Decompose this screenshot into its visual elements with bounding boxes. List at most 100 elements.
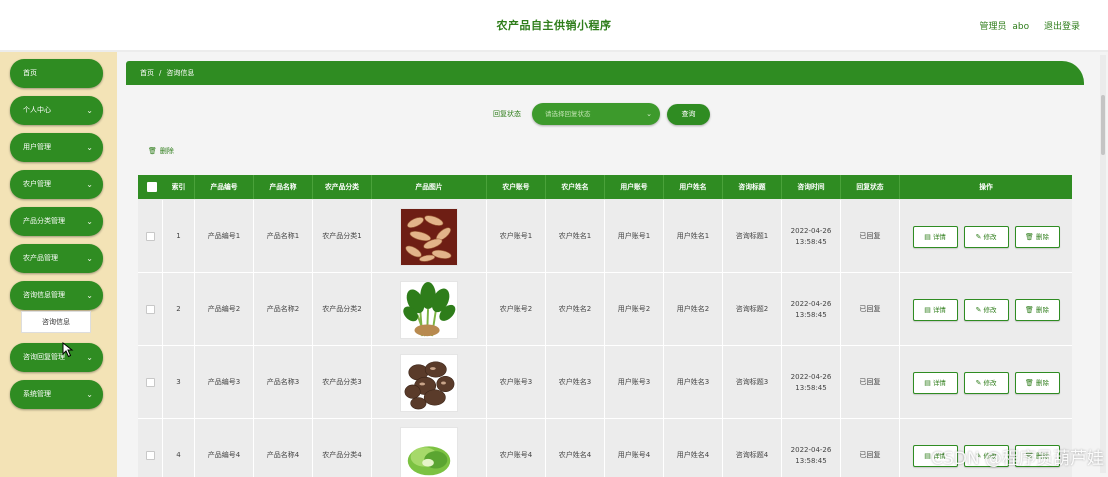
row-checkbox[interactable]: [145, 232, 155, 241]
user-role: 管理员: [979, 22, 1007, 32]
index-cell: 2: [163, 273, 195, 346]
status-cell: 已回复: [841, 200, 900, 273]
column-header: 产品图片: [372, 175, 487, 199]
chevron-down-icon: ⌄: [86, 217, 93, 226]
mouse-cursor-icon: [62, 342, 74, 358]
product-no-cell: 产品编号3: [195, 346, 254, 419]
logout-link[interactable]: 退出登录: [1044, 22, 1080, 32]
scrollbar-thumb[interactable]: [1101, 95, 1105, 155]
edit-button[interactable]: ✎ 修改: [963, 371, 1009, 394]
pencil-icon: ✎: [975, 305, 982, 314]
reply-status-placeholder: 请选择回复状态: [545, 110, 591, 118]
sidebar-item-label: 系统管理: [23, 390, 51, 398]
detail-button-label: 详情: [932, 305, 946, 314]
trash-icon: 🗑: [1025, 378, 1034, 387]
bulk-delete-button[interactable]: 🗑 删除: [148, 146, 174, 156]
user-area: 管理员 abo 退出登录: [973, 19, 1080, 32]
detail-button[interactable]: ▤ 详情: [912, 225, 958, 248]
table-row: 3 产品编号3 产品名称3 农产品分类3 农户账号3 农户姓名3 用户账号3 用户姓名3 咨询…: [138, 346, 1072, 419]
edit-button[interactable]: ✎ 修改: [963, 225, 1009, 248]
document-icon: ▤: [924, 451, 931, 460]
sidebar-item-home[interactable]: 首页: [10, 59, 103, 88]
delete-button-label: 删除: [1035, 305, 1049, 314]
category-cell: 农产品分类4: [313, 419, 372, 477]
status-cell: 已回复: [841, 346, 900, 419]
column-header: 农产品分类: [313, 175, 372, 199]
farmer-name-cell: 农户姓名4: [546, 419, 605, 477]
delete-button[interactable]: 🗑 删除: [1014, 225, 1060, 248]
column-header: 操作: [900, 175, 1072, 199]
document-icon: ▤: [924, 378, 931, 387]
product-image[interactable]: [400, 280, 458, 339]
sidebar-item-consult-info-management[interactable]: 咨询信息管理 ⌄: [10, 281, 103, 310]
delete-button-label: 删除: [1035, 378, 1049, 387]
detail-button[interactable]: ▤ 详情: [912, 371, 958, 394]
row-checkbox[interactable]: [145, 451, 155, 460]
sidebar-item-category-management[interactable]: 产品分类管理 ⌄: [10, 207, 103, 236]
breadcrumb: 首页 / 咨询信息: [126, 61, 1084, 85]
delete-button[interactable]: 🗑 删除: [1014, 371, 1060, 394]
product-image[interactable]: [400, 207, 458, 266]
row-checkbox[interactable]: [145, 378, 155, 387]
delete-button[interactable]: 🗑 删除: [1014, 298, 1060, 321]
farmer-account-cell: 农户账号4: [487, 419, 546, 477]
select-all-checkbox[interactable]: [147, 182, 157, 192]
chevron-down-icon: ⌄: [86, 254, 93, 263]
delete-button-label: 删除: [1035, 232, 1049, 241]
detail-button[interactable]: ▤ 详情: [912, 298, 958, 321]
sidebar-item-system-management[interactable]: 系统管理 ⌄: [10, 380, 103, 409]
operations-cell: ▤ 详情 ✎ 修改 🗑 删除: [900, 273, 1072, 346]
sidebar-item-consult-reply-management[interactable]: 咨询回复管理 ⌄: [10, 343, 103, 372]
user-name-cell: 用户姓名2: [664, 273, 723, 346]
status-cell: 已回复: [841, 273, 900, 346]
pencil-icon: ✎: [975, 378, 982, 387]
user-name: abo: [1012, 22, 1030, 32]
product-name-cell: 产品名称2: [254, 273, 313, 346]
chevron-down-icon: ⌄: [86, 353, 93, 362]
chevron-down-icon: ⌄: [86, 390, 93, 399]
row-checkbox-cell: [138, 419, 163, 477]
trash-icon: 🗑: [148, 147, 157, 155]
edit-button-label: 修改: [983, 232, 997, 241]
sidebar-item-label: 用户管理: [23, 143, 51, 151]
chevron-down-icon: ⌄: [86, 291, 93, 300]
user-name-cell: 用户姓名3: [664, 346, 723, 419]
consult-time: 13:58:45: [795, 383, 827, 392]
operations-cell: ▤ 详情 ✎ 修改 🗑 删除: [900, 346, 1072, 419]
breadcrumb-home[interactable]: 首页: [140, 69, 154, 77]
chevron-down-icon: ⌄: [646, 110, 652, 118]
page-scrollbar[interactable]: [1100, 55, 1106, 473]
column-header: 索引: [163, 175, 195, 199]
edit-button-label: 修改: [983, 378, 997, 387]
row-checkbox[interactable]: [145, 305, 155, 314]
title-cell: 咨询标题1: [723, 200, 782, 273]
product-image-cell: [372, 273, 487, 346]
product-image[interactable]: [400, 426, 458, 477]
farmer-name-cell: 农户姓名3: [546, 346, 605, 419]
search-button[interactable]: 查询: [667, 104, 710, 125]
status-cell: 已回复: [841, 419, 900, 477]
consult-time: 13:58:45: [795, 456, 827, 465]
consult-date: 2022-04-26: [790, 372, 832, 381]
user-account-cell: 用户账号4: [605, 419, 664, 477]
column-header: 产品名称: [254, 175, 313, 199]
breadcrumb-current: 咨询信息: [166, 69, 195, 77]
sidebar-item-user-management[interactable]: 用户管理 ⌄: [10, 133, 103, 162]
product-image[interactable]: [400, 353, 458, 412]
submenu-item-consult-info[interactable]: 咨询信息: [21, 311, 91, 333]
farmer-account-cell: 农户账号3: [487, 346, 546, 419]
sidebar-item-farmer-management[interactable]: 农户管理 ⌄: [10, 170, 103, 199]
edit-button[interactable]: ✎ 修改: [963, 298, 1009, 321]
consult-date: 2022-04-26: [790, 299, 832, 308]
sidebar-item-product-management[interactable]: 农产品管理 ⌄: [10, 244, 103, 273]
sidebar-item-label: 产品分类管理: [23, 217, 65, 225]
search-row: 回复状态 请选择回复状态 ⌄ 查询: [0, 103, 1108, 125]
consult-table: 索引 产品编号 产品名称 农产品分类 产品图片 农户账号 农户姓名 用户账号 用户姓名 咨询标题咨…: [138, 175, 1072, 477]
document-icon: ▤: [924, 305, 931, 314]
chevron-down-icon: ⌄: [86, 143, 93, 152]
document-icon: ▤: [924, 232, 931, 241]
breadcrumb-separator: /: [159, 69, 162, 77]
farmer-name-cell: 农户姓名1: [546, 200, 605, 273]
sidebar-item-label: 首页: [23, 69, 37, 77]
reply-status-select[interactable]: 请选择回复状态 ⌄: [532, 103, 660, 125]
